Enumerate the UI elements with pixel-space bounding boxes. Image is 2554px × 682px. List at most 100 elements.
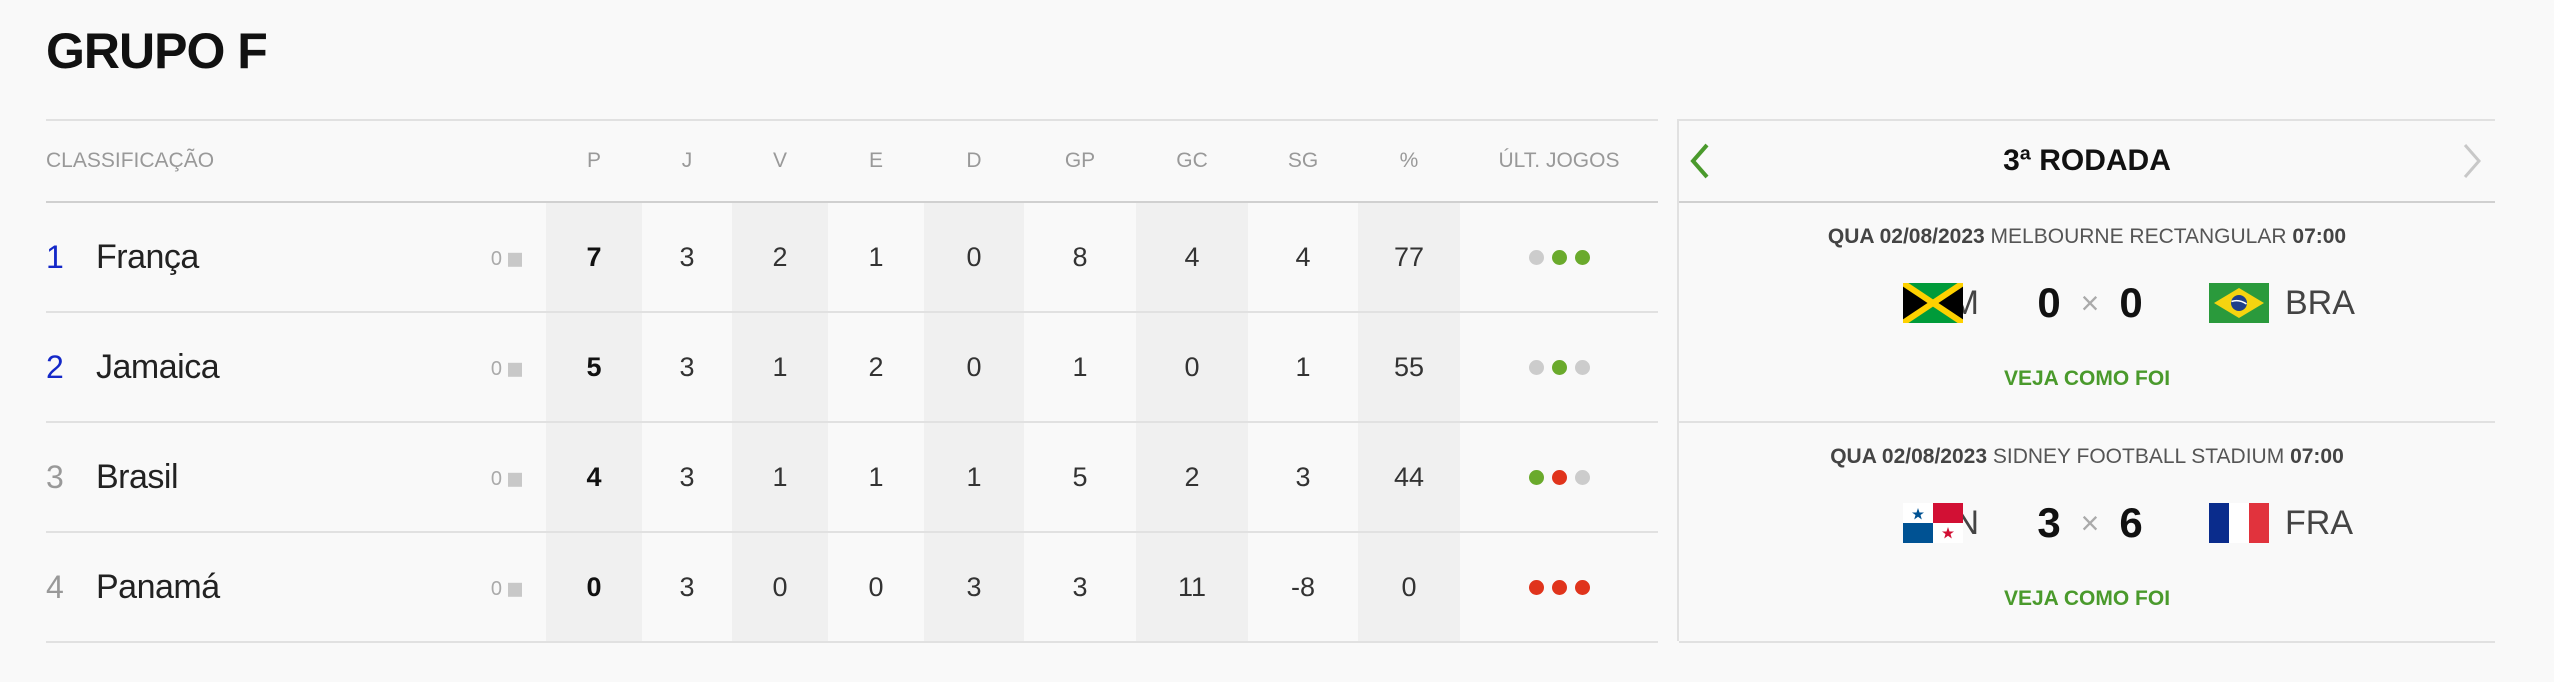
position: 4	[46, 568, 64, 605]
header-goal-difference: SG	[1287, 149, 1319, 172]
draws: 1	[868, 461, 884, 492]
header-draws: E	[868, 149, 883, 172]
team-cell: 2 Jamaica 0	[46, 313, 546, 421]
result-empate-dot	[1528, 249, 1544, 265]
losses: 0	[924, 313, 1024, 421]
match-date: QUA 02/08/2023	[1830, 445, 1988, 468]
table-row: 2 Jamaica 0 5 3 1 2 0 1 0 1 55	[46, 313, 1658, 423]
team-name[interactable]: França	[96, 238, 199, 277]
position-variation: 0	[491, 468, 522, 491]
draws: 1	[868, 241, 884, 272]
percentage: 0	[1358, 533, 1460, 641]
header-last-games: ÚLT. JOGOS	[1498, 149, 1620, 172]
wins: 0	[732, 533, 828, 641]
losses: 3	[924, 533, 1024, 641]
variation-value: 0	[490, 247, 502, 270]
result-vitoria-dot	[1551, 359, 1567, 375]
rounds-panel: 3ª RODADA QUA 02/08/2023 MELBOURNE RECTA…	[1677, 119, 2495, 643]
home-score: 0	[2037, 279, 2061, 326]
losses: 0	[924, 203, 1024, 311]
points: 5	[546, 313, 642, 421]
match-venue: SIDNEY FOOTBALL STADIUM	[1992, 445, 2285, 468]
score-line: PAN 3 × 6 FRA	[1679, 497, 2495, 549]
variation-value: 0	[490, 357, 502, 380]
result-vitoria-dot	[1551, 249, 1567, 265]
goal-difference: -8	[1290, 571, 1315, 602]
last-games-dots	[1528, 579, 1590, 595]
points: 7	[546, 203, 642, 311]
rounds-header: 3ª RODADA	[1679, 119, 2495, 203]
standings-table: CLASSIFICAÇÃO P J V E D GP GC SG % ÚLT. …	[46, 119, 1658, 643]
wins: 2	[732, 203, 828, 311]
header-goals-for: GP	[1064, 149, 1096, 172]
variation-value: 0	[490, 467, 502, 490]
goals-against: 2	[1136, 423, 1248, 531]
wins: 1	[732, 313, 828, 421]
team-name[interactable]: Brasil	[96, 458, 179, 497]
result-empate-dot	[1574, 469, 1590, 485]
team-name[interactable]: Jamaica	[96, 348, 220, 387]
result-vitoria-dot	[1528, 469, 1544, 485]
goals-for: 5	[1072, 461, 1088, 492]
away-score: 0	[2119, 279, 2143, 326]
table-row: 4 Panamá 0 0 3 0 0 3 3 11 -8 0	[46, 533, 1658, 643]
games: 3	[679, 571, 695, 602]
points: 0	[546, 533, 642, 641]
variation-value: 0	[490, 577, 502, 600]
header-percentage: %	[1399, 149, 1419, 172]
team-cell: 1 França 0	[46, 203, 546, 311]
header-games: J	[681, 149, 693, 172]
position: 3	[46, 458, 64, 495]
chevron-right-icon[interactable]	[2457, 141, 2487, 181]
away-team-abbr: FRA	[2285, 503, 2353, 542]
result-derrota-dot	[1574, 579, 1590, 595]
last-games-dots	[1528, 469, 1590, 485]
match-time: 07:00	[2292, 225, 2347, 248]
header-wins: V	[772, 149, 787, 172]
variation-square-icon	[508, 252, 522, 267]
round-title: 3ª RODADA	[2003, 144, 2171, 177]
match-venue: MELBOURNE RECTANGULAR	[1990, 225, 2287, 248]
chevron-left-icon[interactable]	[1685, 141, 1715, 181]
score-separator: ×	[2080, 284, 2100, 321]
france-flag-icon	[2209, 503, 2269, 543]
goals-against: 4	[1136, 203, 1248, 311]
table-row: 3 Brasil 0 4 3 1 1 1 5 2 3 44	[46, 423, 1658, 533]
score-line: JAM 0 × 0 BRA	[1679, 277, 2495, 329]
goal-difference: 4	[1295, 241, 1311, 272]
draws: 2	[868, 351, 884, 382]
group-title: GRUPO F	[46, 23, 268, 79]
team-cell: 3 Brasil 0	[46, 423, 546, 531]
losses: 1	[924, 423, 1024, 531]
games: 3	[679, 461, 695, 492]
points: 4	[546, 423, 642, 531]
last-games	[1460, 533, 1658, 641]
variation-square-icon	[508, 472, 522, 487]
position: 2	[46, 348, 64, 385]
result-derrota-dot	[1551, 469, 1567, 485]
games: 3	[679, 351, 695, 382]
last-games	[1460, 203, 1658, 311]
home-score: 3	[2037, 499, 2061, 546]
match-time: 07:00	[2290, 445, 2344, 468]
result-vitoria-dot	[1574, 249, 1590, 265]
veja-como-foi-link[interactable]: VEJA COMO FOI	[1679, 367, 2495, 391]
percentage: 55	[1358, 313, 1460, 421]
goal-difference: 1	[1295, 351, 1311, 382]
score-separator: ×	[2080, 504, 2100, 541]
standings-header-row: CLASSIFICAÇÃO P J V E D GP GC SG % ÚLT. …	[46, 119, 1658, 203]
veja-como-foi-link[interactable]: VEJA COMO FOI	[1679, 587, 2495, 611]
panama-flag-icon	[1903, 503, 1963, 543]
percentage: 44	[1358, 423, 1460, 531]
position: 1	[46, 238, 64, 275]
goals-for: 8	[1072, 241, 1088, 272]
match-info: QUA 02/08/2023 MELBOURNE RECTANGULAR 07:…	[1679, 225, 2495, 249]
position-variation: 0	[491, 248, 522, 271]
match-card: QUA 02/08/2023 MELBOURNE RECTANGULAR 07:…	[1679, 203, 2495, 423]
team-name[interactable]: Panamá	[96, 568, 220, 607]
result-derrota-dot	[1551, 579, 1567, 595]
away-team-abbr: BRA	[2285, 283, 2355, 322]
variation-square-icon	[508, 362, 522, 377]
position-variation: 0	[491, 358, 522, 381]
team-cell: 4 Panamá 0	[46, 533, 546, 641]
